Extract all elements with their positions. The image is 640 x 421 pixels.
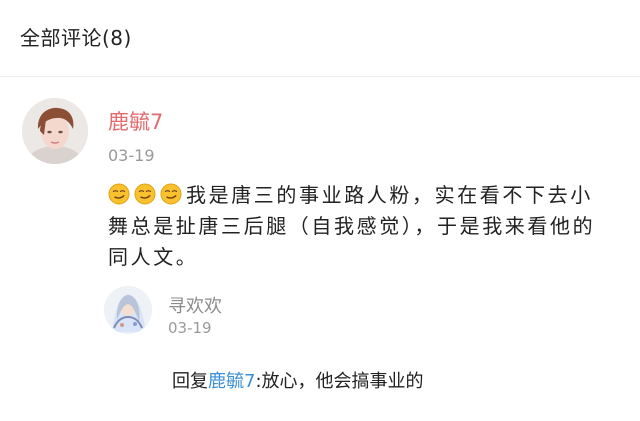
reply-item: 寻欢欢 03-19 回复鹿毓7:放心，他会搞事业的	[0, 275, 640, 421]
comment-date: 03-19	[108, 146, 155, 165]
comment-item: 鹿毓7 03-19 我是唐三的事业路人粉，实在看不下去小舞总是扯唐三后腿（自我感…	[0, 77, 640, 421]
reply-author-name[interactable]: 寻欢欢	[168, 292, 222, 318]
reply-text: 回复鹿毓7:放心，他会搞事业的	[172, 367, 424, 393]
smirk-face-icon	[160, 183, 182, 205]
comment-text-block: 我是唐三的事业路人粉，实在看不下去小舞总是扯唐三后腿（自我感觉），于是我来看他的…	[108, 180, 613, 273]
reply-body: :放心，他会搞事业的	[255, 371, 424, 392]
reply-avatar[interactable]	[104, 286, 152, 334]
comment-author-name[interactable]: 鹿毓7	[108, 106, 163, 136]
comments-page: 全部评论(8) 鹿毓7 03-19 我是唐三的事业路人粉，实在看不下去小舞总是扯…	[0, 0, 640, 421]
comments-header: 全部评论(8)	[0, 0, 640, 77]
avatar[interactable]	[22, 98, 88, 164]
reply-date: 03-19	[168, 319, 212, 337]
smirk-face-icon	[108, 183, 130, 205]
reply-prefix: 回复	[172, 371, 208, 392]
reply-mention-link[interactable]: 鹿毓7	[208, 371, 255, 392]
smirk-face-icon	[134, 183, 156, 205]
comments-title: 全部评论(8)	[20, 26, 132, 50]
emoji-row	[108, 183, 186, 207]
